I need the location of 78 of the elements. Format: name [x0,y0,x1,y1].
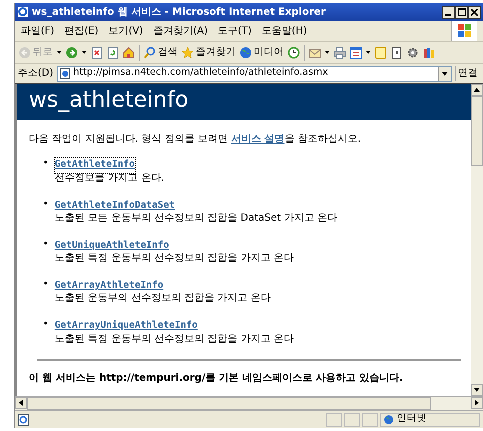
operation-description: 노출된 모든 운동부의 선수정보의 집합을 DataSet 가지고 온다 [54,212,338,225]
window-title: ws_athleteinfo 웹 서비스 - Microsoft Internet Explorer [32,6,326,20]
forward-arrow-icon[interactable] [66,46,78,58]
intro-text: 다음 작업이 지원됩니다. 형식 정의를 보려면 서비스 설명을 참조하십시오. [29,133,362,148]
maximize-icon [458,8,466,16]
page-status-icon [18,414,29,426]
operation-link[interactable]: GetAthleteInfoDataSet [54,198,176,213]
clock-icon[interactable] [288,46,300,58]
operation-description: 선수정보를 가지고 온다. [54,172,164,185]
zone-label: 인터넷 [397,412,427,426]
scroll-down-button[interactable] [471,384,483,396]
vertical-scrollbar[interactable] [471,84,483,396]
operation-description: 노출된 특정 운동부의 선수정보의 집합을 가지고 온다 [54,253,294,266]
service-description-link[interactable]: 서비스 설명 [231,134,285,146]
namespace-note: 이 웹 서비스는 http://tempuri.org/를 기본 네임스페이스로 사용하고 있습니다. [29,372,404,386]
search-icon [144,46,156,58]
page-heading: ws_athleteinfo [17,84,471,120]
document-icon[interactable] [350,46,362,58]
dropdown-caret-icon[interactable] [366,51,371,54]
panel-icon[interactable] [391,46,403,58]
toolbar-button[interactable]: 미디어 [240,45,284,60]
dropdown-caret-icon[interactable] [325,51,330,54]
gear-icon[interactable] [407,46,419,58]
toolbar-button[interactable]: 즐겨찾기 [182,45,236,60]
operation-description: 노출된 특정 운동부의 선수정보의 집합을 가지고 온다 [54,334,294,346]
operation-link[interactable]: GetArrayUniqueAthleteInfo [54,319,198,334]
scroll-thumb[interactable] [471,96,483,166]
bullet: • [43,198,49,212]
browser-icon [17,6,29,18]
books-icon[interactable] [423,46,435,58]
operation-link[interactable]: GetUniqueAthleteInfo [54,238,170,254]
menu-item[interactable]: 도구(T) [218,24,252,38]
address-field[interactable]: http://pimsa.n4tech.com/athleteinfo/athleteinfo.asmx [56,66,452,82]
bullet: • [43,157,49,172]
status-pane [326,412,342,426]
dropdown-icon[interactable] [442,72,448,76]
scroll-right-button[interactable] [471,397,483,409]
globe-icon [384,414,394,424]
minimize-button[interactable] [442,6,455,18]
bullet: • [43,278,49,292]
go-button[interactable]: 연결 [455,66,480,81]
globe-icon [240,46,252,58]
house-icon[interactable] [123,46,135,58]
operation-link[interactable]: GetAthleteInfo [54,158,135,173]
menu-item[interactable]: 편집(E) [64,24,99,38]
printer-icon[interactable] [334,46,346,58]
status-pane [362,412,378,426]
dropdown-caret-icon[interactable] [57,51,62,54]
stop-icon[interactable] [91,46,103,58]
envelope-icon[interactable] [309,46,321,58]
star-icon [182,46,194,58]
down-arrow-icon [474,388,480,392]
left-arrow-icon [19,400,23,406]
menu-item[interactable]: 즐겨찾기(A) [153,24,208,38]
menu-item[interactable]: 보기(V) [108,24,144,38]
dropdown-caret-icon[interactable] [82,51,87,54]
operation-link[interactable]: GetArrayAthleteInfo [54,279,164,294]
status-pane [344,412,360,426]
menu-item[interactable]: 도움말(H) [262,24,308,38]
windows-logo [451,21,477,41]
toolbar-button[interactable]: 검색 [144,45,178,60]
close-button[interactable] [468,6,481,18]
horizontal-scrollbar[interactable] [15,396,483,410]
menu-item[interactable]: 파일(F) [21,24,55,38]
right-arrow-icon [475,400,479,406]
maximize-button[interactable] [455,6,468,18]
address-label: 주소(D) [18,67,54,81]
bullet: • [43,238,49,252]
scroll-thumb[interactable] [27,397,431,410]
scroll-up-button[interactable] [471,84,483,96]
page-icon [60,68,71,79]
scroll-left-button[interactable] [15,397,27,409]
operation-description: 노출된 운동부의 선수정보의 집합을 가지고 온다 [54,293,271,306]
up-arrow-icon [474,88,480,92]
bullet: • [43,318,49,332]
back-arrow-icon [19,46,31,58]
refresh-icon[interactable] [107,46,119,58]
close-icon [471,8,478,16]
